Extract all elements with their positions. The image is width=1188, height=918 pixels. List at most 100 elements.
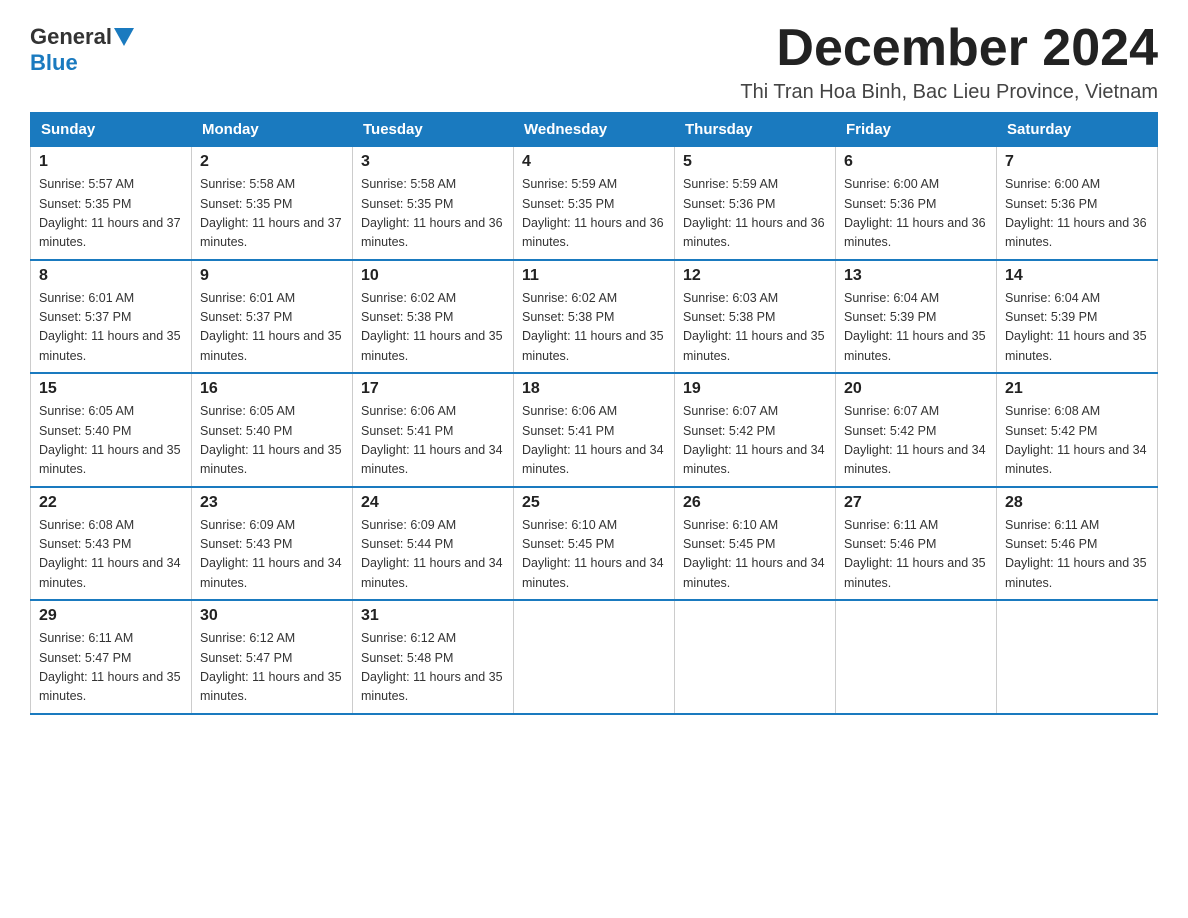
day-info: Sunrise: 6:03 AMSunset: 5:38 PMDaylight:…: [683, 289, 827, 367]
day-info: Sunrise: 6:09 AMSunset: 5:44 PMDaylight:…: [361, 516, 505, 594]
calendar-header: Sunday Monday Tuesday Wednesday Thursday…: [31, 113, 1158, 147]
calendar-cell: 15 Sunrise: 6:05 AMSunset: 5:40 PMDayligh…: [31, 373, 192, 487]
calendar-cell: 7 Sunrise: 6:00 AMSunset: 5:36 PMDaylight…: [997, 147, 1158, 260]
calendar-cell: 22 Sunrise: 6:08 AMSunset: 5:43 PMDayligh…: [31, 487, 192, 601]
day-info: Sunrise: 5:58 AMSunset: 5:35 PMDaylight:…: [200, 175, 344, 253]
calendar-cell: 14 Sunrise: 6:04 AMSunset: 5:39 PMDayligh…: [997, 260, 1158, 374]
day-info: Sunrise: 5:59 AMSunset: 5:35 PMDaylight:…: [522, 175, 666, 253]
col-wednesday: Wednesday: [514, 113, 675, 147]
calendar-cell: 19 Sunrise: 6:07 AMSunset: 5:42 PMDayligh…: [675, 373, 836, 487]
day-number: 8: [39, 267, 183, 285]
day-number: 10: [361, 267, 505, 285]
calendar-cell: [514, 600, 675, 714]
day-info: Sunrise: 6:12 AMSunset: 5:48 PMDaylight:…: [361, 629, 505, 707]
col-monday: Monday: [192, 113, 353, 147]
calendar-week-row: 29 Sunrise: 6:11 AMSunset: 5:47 PMDayligh…: [31, 600, 1158, 714]
calendar-cell: 11 Sunrise: 6:02 AMSunset: 5:38 PMDayligh…: [514, 260, 675, 374]
days-of-week-row: Sunday Monday Tuesday Wednesday Thursday…: [31, 113, 1158, 147]
calendar-week-row: 8 Sunrise: 6:01 AMSunset: 5:37 PMDaylight…: [31, 260, 1158, 374]
calendar-week-row: 1Sunrise: 5:57 AMSunset: 5:35 PMDaylight…: [31, 147, 1158, 260]
day-number: 3: [361, 153, 505, 171]
day-info: Sunrise: 6:02 AMSunset: 5:38 PMDaylight:…: [522, 289, 666, 367]
calendar-cell: 21 Sunrise: 6:08 AMSunset: 5:42 PMDayligh…: [997, 373, 1158, 487]
day-info: Sunrise: 6:08 AMSunset: 5:43 PMDaylight:…: [39, 516, 183, 594]
col-tuesday: Tuesday: [353, 113, 514, 147]
day-number: 15: [39, 380, 183, 398]
day-number: 2: [200, 153, 344, 171]
day-info: Sunrise: 6:05 AMSunset: 5:40 PMDaylight:…: [39, 402, 183, 480]
day-number: 20: [844, 380, 988, 398]
calendar-body: 1Sunrise: 5:57 AMSunset: 5:35 PMDaylight…: [31, 147, 1158, 714]
calendar-cell: [675, 600, 836, 714]
day-number: 11: [522, 267, 666, 285]
calendar-cell: 5Sunrise: 5:59 AMSunset: 5:36 PMDaylight…: [675, 147, 836, 260]
day-number: 16: [200, 380, 344, 398]
calendar-cell: 17Sunrise: 6:06 AMSunset: 5:41 PMDayligh…: [353, 373, 514, 487]
calendar-cell: 13 Sunrise: 6:04 AMSunset: 5:39 PMDayligh…: [836, 260, 997, 374]
day-info: Sunrise: 6:11 AMSunset: 5:46 PMDaylight:…: [1005, 516, 1149, 594]
day-info: Sunrise: 6:07 AMSunset: 5:42 PMDaylight:…: [844, 402, 988, 480]
day-info: Sunrise: 5:59 AMSunset: 5:36 PMDaylight:…: [683, 175, 827, 253]
calendar-table: Sunday Monday Tuesday Wednesday Thursday…: [30, 112, 1158, 715]
title-block: December 2024 Thi Tran Hoa Binh, Bac Lie…: [740, 20, 1158, 104]
day-number: 31: [361, 607, 505, 625]
calendar-cell: [836, 600, 997, 714]
day-number: 7: [1005, 153, 1149, 171]
day-info: Sunrise: 5:58 AMSunset: 5:35 PMDaylight:…: [361, 175, 505, 253]
day-number: 17: [361, 380, 505, 398]
calendar-cell: 25Sunrise: 6:10 AMSunset: 5:45 PMDayligh…: [514, 487, 675, 601]
day-info: Sunrise: 6:01 AMSunset: 5:37 PMDaylight:…: [200, 289, 344, 367]
day-info: Sunrise: 6:06 AMSunset: 5:41 PMDaylight:…: [522, 402, 666, 480]
logo-blue-text: Blue: [30, 50, 78, 76]
day-number: 23: [200, 494, 344, 512]
day-info: Sunrise: 6:00 AMSunset: 5:36 PMDaylight:…: [1005, 175, 1149, 253]
calendar-cell: [997, 600, 1158, 714]
calendar-cell: 23 Sunrise: 6:09 AMSunset: 5:43 PMDayligh…: [192, 487, 353, 601]
col-saturday: Saturday: [997, 113, 1158, 147]
day-number: 27: [844, 494, 988, 512]
day-info: Sunrise: 6:09 AMSunset: 5:43 PMDaylight:…: [200, 516, 344, 594]
calendar-week-row: 22 Sunrise: 6:08 AMSunset: 5:43 PMDayligh…: [31, 487, 1158, 601]
day-info: Sunrise: 6:08 AMSunset: 5:42 PMDaylight:…: [1005, 402, 1149, 480]
calendar-cell: 28 Sunrise: 6:11 AMSunset: 5:46 PMDayligh…: [997, 487, 1158, 601]
calendar-cell: 24Sunrise: 6:09 AMSunset: 5:44 PMDayligh…: [353, 487, 514, 601]
day-info: Sunrise: 6:07 AMSunset: 5:42 PMDaylight:…: [683, 402, 827, 480]
page-header: General Blue December 2024 Thi Tran Hoa …: [30, 20, 1158, 104]
day-info: Sunrise: 6:12 AMSunset: 5:47 PMDaylight:…: [200, 629, 344, 707]
calendar-cell: 3 Sunrise: 5:58 AMSunset: 5:35 PMDaylight…: [353, 147, 514, 260]
day-number: 4: [522, 153, 666, 171]
day-number: 13: [844, 267, 988, 285]
logo-triangle-icon: [114, 28, 134, 46]
day-number: 12: [683, 267, 827, 285]
calendar-cell: 6Sunrise: 6:00 AMSunset: 5:36 PMDaylight…: [836, 147, 997, 260]
day-info: Sunrise: 6:10 AMSunset: 5:45 PMDaylight:…: [522, 516, 666, 594]
logo: General Blue: [30, 24, 136, 76]
day-number: 22: [39, 494, 183, 512]
day-number: 29: [39, 607, 183, 625]
day-number: 14: [1005, 267, 1149, 285]
day-number: 30: [200, 607, 344, 625]
col-thursday: Thursday: [675, 113, 836, 147]
calendar-cell: 9Sunrise: 6:01 AMSunset: 5:37 PMDaylight…: [192, 260, 353, 374]
calendar-week-row: 15 Sunrise: 6:05 AMSunset: 5:40 PMDayligh…: [31, 373, 1158, 487]
calendar-cell: 2 Sunrise: 5:58 AMSunset: 5:35 PMDaylight…: [192, 147, 353, 260]
main-title: December 2024: [740, 20, 1158, 77]
calendar-cell: 8 Sunrise: 6:01 AMSunset: 5:37 PMDaylight…: [31, 260, 192, 374]
day-number: 18: [522, 380, 666, 398]
calendar-cell: 27Sunrise: 6:11 AMSunset: 5:46 PMDayligh…: [836, 487, 997, 601]
day-info: Sunrise: 6:11 AMSunset: 5:47 PMDaylight:…: [39, 629, 183, 707]
day-info: Sunrise: 6:04 AMSunset: 5:39 PMDaylight:…: [844, 289, 988, 367]
day-info: Sunrise: 6:04 AMSunset: 5:39 PMDaylight:…: [1005, 289, 1149, 367]
day-info: Sunrise: 6:10 AMSunset: 5:45 PMDaylight:…: [683, 516, 827, 594]
day-info: Sunrise: 6:05 AMSunset: 5:40 PMDaylight:…: [200, 402, 344, 480]
day-info: Sunrise: 6:02 AMSunset: 5:38 PMDaylight:…: [361, 289, 505, 367]
calendar-cell: 20 Sunrise: 6:07 AMSunset: 5:42 PMDayligh…: [836, 373, 997, 487]
day-number: 28: [1005, 494, 1149, 512]
day-number: 19: [683, 380, 827, 398]
day-number: 1: [39, 153, 183, 171]
subtitle: Thi Tran Hoa Binh, Bac Lieu Province, Vi…: [740, 81, 1158, 104]
calendar-cell: 30 Sunrise: 6:12 AMSunset: 5:47 PMDayligh…: [192, 600, 353, 714]
day-info: Sunrise: 6:01 AMSunset: 5:37 PMDaylight:…: [39, 289, 183, 367]
calendar-cell: 12 Sunrise: 6:03 AMSunset: 5:38 PMDayligh…: [675, 260, 836, 374]
day-number: 21: [1005, 380, 1149, 398]
